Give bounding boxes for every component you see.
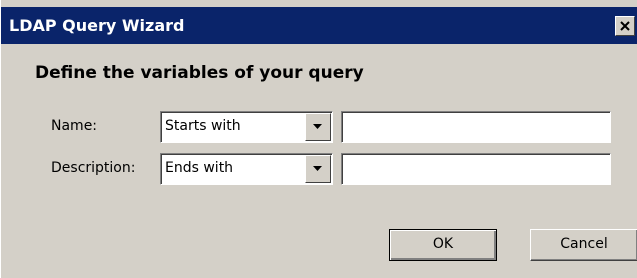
window-title: LDAP Query Wizard xyxy=(9,16,185,35)
name-operator-value: Starts with xyxy=(165,118,241,134)
description-operator-dropdown-button[interactable] xyxy=(305,155,331,183)
cancel-button[interactable]: Cancel xyxy=(530,229,637,261)
name-value-field[interactable] xyxy=(341,111,612,143)
description-operator-dropdown[interactable]: Ends with xyxy=(160,153,333,185)
close-button[interactable] xyxy=(615,16,635,36)
name-label: Name: xyxy=(51,118,98,134)
title-bar[interactable]: LDAP Query Wizard xyxy=(1,7,637,44)
description-label: Description: xyxy=(51,160,136,176)
chevron-down-icon xyxy=(313,166,322,171)
page-heading: Define the variables of your query xyxy=(35,63,364,83)
description-value-field[interactable] xyxy=(341,153,612,185)
ldap-query-wizard-dialog: LDAP Query Wizard Define the variables o… xyxy=(0,0,637,278)
chevron-down-icon xyxy=(313,124,322,129)
description-operator-value: Ends with xyxy=(165,160,234,176)
ok-button[interactable]: OK xyxy=(389,229,497,261)
name-operator-dropdown[interactable]: Starts with xyxy=(160,111,333,143)
close-icon xyxy=(620,21,630,31)
name-value-input[interactable] xyxy=(344,114,612,140)
name-operator-dropdown-button[interactable] xyxy=(305,113,331,141)
description-value-input[interactable] xyxy=(344,156,612,182)
